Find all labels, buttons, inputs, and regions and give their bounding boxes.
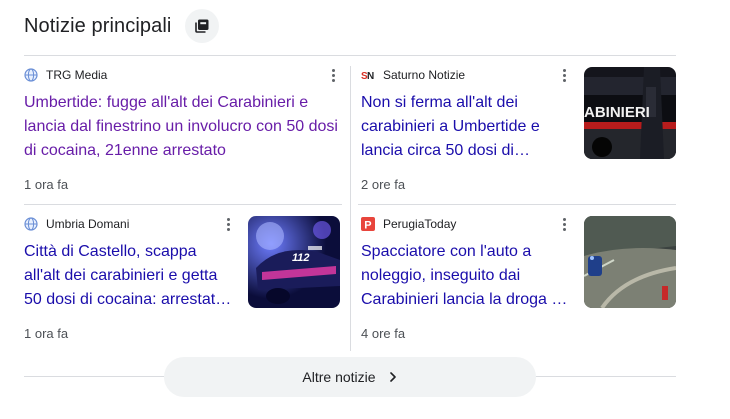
- more-options-icon[interactable]: [557, 216, 571, 232]
- chevron-right-icon: [388, 371, 398, 383]
- thumbnail-caption: 112: [292, 252, 310, 264]
- article-time: 2 ore fa: [361, 177, 406, 192]
- thumbnail-caption: ABINIERI: [584, 104, 650, 121]
- svg-text:P: P: [364, 220, 371, 232]
- article-title[interactable]: Umbertide: fugge all'alt dei Carabinieri…: [24, 91, 342, 163]
- news-card[interactable]: Umbria Domani Città di Castello, scappa …: [24, 216, 342, 346]
- article-thumbnail[interactable]: 112: [248, 216, 340, 308]
- more-options-icon[interactable]: [557, 67, 571, 83]
- article-time: 1 ora fa: [24, 177, 69, 192]
- globe-icon: [24, 68, 38, 82]
- more-news-row: Altre notizie: [24, 357, 676, 397]
- stacked-cards-icon[interactable]: [185, 9, 220, 43]
- news-source: S N Saturno Notizie: [361, 67, 465, 83]
- source-name: PerugiaToday: [383, 217, 457, 231]
- saturno-logo: S N: [361, 68, 375, 82]
- news-source: P PerugiaToday: [361, 216, 456, 232]
- divider: [24, 55, 676, 56]
- news-source: TRG Media: [24, 67, 107, 83]
- perugiatoday-logo: P: [361, 217, 375, 231]
- divider: [358, 204, 676, 205]
- more-options-icon[interactable]: [326, 67, 340, 83]
- more-news-label: Altre notizie: [302, 369, 376, 385]
- section-header: Notizie principali: [24, 9, 220, 43]
- article-time: 4 ore fa: [361, 326, 406, 341]
- source-name: Umbria Domani: [46, 217, 130, 231]
- article-thumbnail[interactable]: ABINIERI: [584, 67, 676, 159]
- news-card[interactable]: S N Saturno Notizie Non si ferma all'alt…: [361, 67, 676, 197]
- globe-icon: [24, 217, 38, 231]
- news-source: Umbria Domani: [24, 216, 129, 232]
- more-options-icon[interactable]: [221, 216, 235, 232]
- news-card[interactable]: TRG Media Umbertide: fugge all'alt dei C…: [24, 67, 342, 197]
- section-title: Notizie principali: [24, 14, 172, 37]
- more-news-button[interactable]: Altre notizie: [164, 357, 536, 397]
- article-title[interactable]: Spacciatore con l'auto a noleggio, inseg…: [361, 240, 573, 312]
- source-name: TRG Media: [46, 68, 108, 82]
- article-title[interactable]: Non si ferma all'alt dei carabinieri a U…: [361, 91, 573, 163]
- article-thumbnail[interactable]: [584, 216, 676, 308]
- news-card[interactable]: P PerugiaToday Spacciatore con l'auto a …: [361, 216, 676, 346]
- source-name: Saturno Notizie: [383, 68, 466, 82]
- divider: [24, 204, 342, 205]
- article-title[interactable]: Città di Castello, scappa all'alt dei ca…: [24, 240, 236, 312]
- column-divider: [350, 66, 351, 351]
- svg-text:N: N: [367, 71, 374, 82]
- article-time: 1 ora fa: [24, 326, 69, 341]
